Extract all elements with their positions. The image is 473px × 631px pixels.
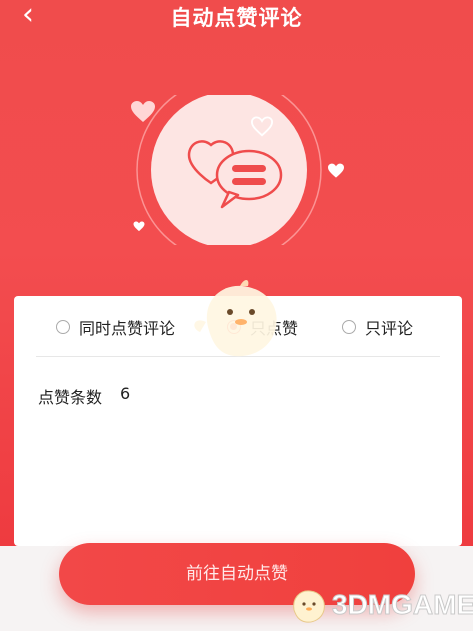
option-like-and-comment[interactable]: 同时点赞评论 xyxy=(56,312,175,342)
option-label: 同时点赞评论 xyxy=(79,319,176,338)
like-comment-illustration xyxy=(136,95,322,245)
option-comment-only[interactable]: 只评论 xyxy=(342,312,413,342)
small-heart-icon xyxy=(328,163,344,178)
small-heart-icon xyxy=(133,221,145,232)
mascot-logo-icon xyxy=(293,590,325,623)
option-label: 只评论 xyxy=(365,319,414,338)
watermark-text: 3DMGAME xyxy=(331,589,473,621)
page-title: 自动点赞评论 xyxy=(170,6,303,30)
outline-heart-icon xyxy=(250,116,274,137)
mascot-watermark-icon xyxy=(194,280,277,357)
like-count-row[interactable]: 点赞条数 6 xyxy=(38,384,130,408)
radio-unchecked-icon[interactable] xyxy=(342,320,356,334)
small-heart-icon xyxy=(131,101,155,122)
site-watermark: 3DMGAME xyxy=(288,585,473,625)
like-count-value[interactable]: 6 xyxy=(120,384,130,408)
like-count-label: 点赞条数 xyxy=(38,388,103,407)
radio-unchecked-icon[interactable] xyxy=(56,320,70,334)
